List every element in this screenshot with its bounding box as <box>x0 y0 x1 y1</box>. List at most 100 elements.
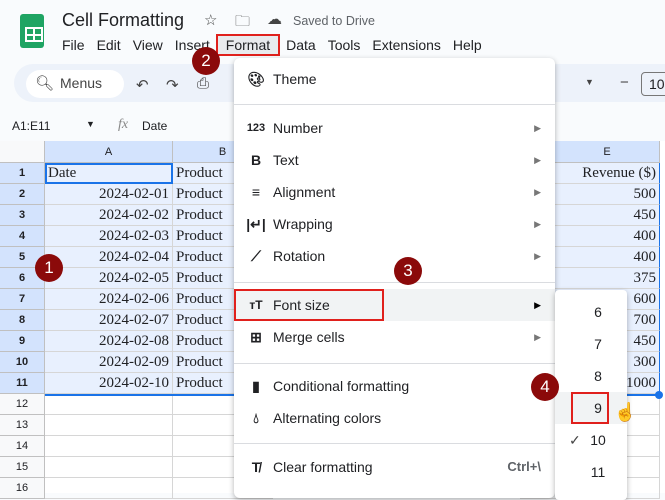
highlight-box <box>571 392 609 424</box>
cell-a[interactable]: 2024-02-10 <box>45 373 173 394</box>
cell-a[interactable]: 2024-02-01 <box>45 184 173 205</box>
star-icon[interactable]: ☆ <box>204 11 217 29</box>
name-box-dropdown-icon[interactable]: ▼ <box>86 119 95 129</box>
divider <box>234 282 555 283</box>
menu-item-theme[interactable]: 🎨︎ Theme <box>234 63 555 95</box>
drop-icon: 💧︎ <box>253 410 259 426</box>
menu-extensions[interactable]: Extensions <box>366 37 446 56</box>
menu-item-wrapping[interactable]: |↵| Wrapping ▶ <box>234 208 555 240</box>
row-header[interactable]: 8 <box>0 310 45 331</box>
divider <box>234 104 555 105</box>
submenu-arrow-icon: ▶ <box>534 219 541 229</box>
label: 8 <box>594 368 602 384</box>
row-header[interactable]: 7 <box>0 289 45 310</box>
decrease-font-size-icon[interactable]: − <box>620 74 629 91</box>
number-123-icon: 123 <box>246 122 266 134</box>
menu-item-alignment[interactable]: ≡ Alignment ▶ <box>234 176 555 208</box>
cell-a[interactable] <box>45 394 173 415</box>
submenu-arrow-icon: ▶ <box>534 187 541 197</box>
select-all-corner[interactable] <box>0 141 45 163</box>
step-badge-3: 3 <box>394 257 422 285</box>
redo-icon[interactable]: ↷ <box>166 76 179 94</box>
cell-a[interactable]: 2024-02-02 <box>45 205 173 226</box>
check-icon: ✓ <box>569 432 581 448</box>
label: 6 <box>594 304 602 320</box>
menu-tools[interactable]: Tools <box>322 37 367 56</box>
label: Theme <box>273 71 317 87</box>
menu-item-merge-cells[interactable]: ⊞ Merge cells ▶ <box>234 321 555 353</box>
step-badge-4: 4 <box>531 373 559 401</box>
row-header[interactable]: 12 <box>0 394 45 415</box>
wrap-icon: |↵| <box>246 216 266 232</box>
font-size-option-6[interactable]: 6 <box>555 296 627 328</box>
active-cell-outline <box>45 163 173 184</box>
row-header[interactable]: 3 <box>0 205 45 226</box>
merge-icon: ⊞ <box>250 329 262 345</box>
menu-format[interactable]: Format <box>215 34 281 56</box>
row-header[interactable]: 14 <box>0 436 45 457</box>
menubar: File Edit View Insert Format Data Tools … <box>62 34 488 56</box>
label: Alternating colors <box>273 410 382 426</box>
font-size-input[interactable]: 10 <box>641 72 665 96</box>
cell-a[interactable] <box>45 478 173 499</box>
move-folder-icon[interactable]: 🗀 <box>235 11 250 36</box>
submenu-arrow-icon: ▶ <box>534 332 541 342</box>
clear-format-icon: T̸ <box>251 459 261 475</box>
menu-view[interactable]: View <box>127 37 169 56</box>
menu-edit[interactable]: Edit <box>91 37 127 56</box>
menu-help[interactable]: Help <box>447 37 488 56</box>
row-header[interactable]: 11 <box>0 373 45 394</box>
paint-roller-icon: ▮ <box>252 378 260 394</box>
menu-item-clear-formatting[interactable]: T̸ Clear formatting Ctrl+\ <box>234 451 555 483</box>
cell-a[interactable]: 2024-02-05 <box>45 268 173 289</box>
menu-item-conditional-formatting[interactable]: ▮ Conditional formatting <box>234 370 555 402</box>
shortcut: Ctrl+\ <box>507 459 541 474</box>
row-header[interactable]: 16 <box>0 478 45 499</box>
row-header[interactable]: 15 <box>0 457 45 478</box>
label: 10 <box>590 432 606 448</box>
document-title[interactable]: Cell Formatting <box>62 10 184 31</box>
cloud-saved-icon: ☁ <box>267 11 282 28</box>
sheets-logo[interactable] <box>20 14 44 48</box>
menu-file[interactable]: File <box>62 37 91 56</box>
undo-icon[interactable]: ↶ <box>136 76 149 94</box>
column-header-e[interactable]: E <box>555 141 660 163</box>
cell-a[interactable]: 2024-02-04 <box>45 247 173 268</box>
cell-a[interactable]: 2024-02-03 <box>45 226 173 247</box>
font-dropdown-icon[interactable]: ▼ <box>585 77 594 87</box>
row-header[interactable]: 2 <box>0 184 45 205</box>
formula-input[interactable]: Date <box>142 119 167 133</box>
cell-a[interactable]: 2024-02-07 <box>45 310 173 331</box>
menu-data[interactable]: Data <box>280 37 322 56</box>
cell-a[interactable]: 2024-02-08 <box>45 331 173 352</box>
cell-a[interactable] <box>45 415 173 436</box>
row-header[interactable]: 4 <box>0 226 45 247</box>
font-size-option-8[interactable]: 8 <box>555 360 627 392</box>
cell-a[interactable]: 2024-02-09 <box>45 352 173 373</box>
submenu-arrow-icon: ▶ <box>534 155 541 165</box>
row-header[interactable]: 1 <box>0 163 45 184</box>
font-size-option-10[interactable]: 10 ✓ <box>555 424 627 456</box>
row-header[interactable]: 10 <box>0 352 45 373</box>
row-header[interactable]: 9 <box>0 331 45 352</box>
font-size-option-11[interactable]: 11 <box>555 456 627 488</box>
menu-item-number[interactable]: 123 Number ▶ <box>234 112 555 144</box>
label: Clear formatting <box>273 459 373 475</box>
cell-a[interactable]: 2024-02-06 <box>45 289 173 310</box>
column-header-a[interactable]: A <box>45 141 173 163</box>
step-badge-2: 2 <box>192 47 220 75</box>
cell-a[interactable] <box>45 436 173 457</box>
selection-fill-handle[interactable] <box>655 391 663 399</box>
divider <box>234 443 555 444</box>
cell-a[interactable] <box>45 457 173 478</box>
align-icon: ≡ <box>251 184 261 200</box>
label: Conditional formatting <box>273 378 410 394</box>
palette-icon: 🎨︎ <box>247 71 265 87</box>
font-size-option-7[interactable]: 7 <box>555 328 627 360</box>
menu-item-alternating-colors[interactable]: 💧︎ Alternating colors <box>234 402 555 434</box>
print-icon[interactable]: ⎙ <box>197 75 209 92</box>
row-header[interactable]: 13 <box>0 415 45 436</box>
menu-item-text[interactable]: B Text ▶ <box>234 144 555 176</box>
name-box[interactable]: A1:E11 <box>12 119 50 133</box>
rotation-icon: ⟋ <box>251 248 261 264</box>
